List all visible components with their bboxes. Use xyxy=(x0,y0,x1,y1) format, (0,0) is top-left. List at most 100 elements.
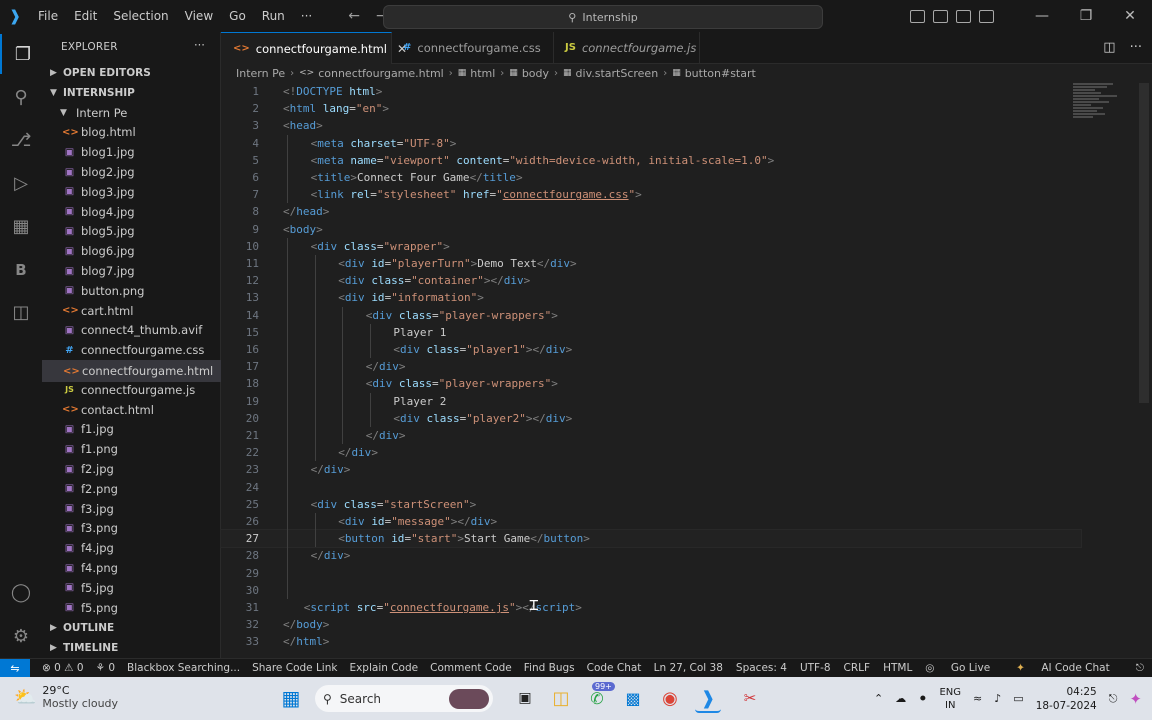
folder-intern-pe[interactable]: ▼ Intern Pe xyxy=(42,103,220,123)
explorer-icon[interactable]: ❐ xyxy=(0,34,44,74)
file-item[interactable]: <> contact.html xyxy=(42,400,220,420)
status-item-share-code[interactable]: Share Code Link xyxy=(252,662,337,674)
file-item[interactable]: ▣ blog3.jpg xyxy=(42,182,220,202)
microphone-icon[interactable]: ⚫ xyxy=(918,692,927,705)
ai-code-chat-button[interactable]: ✦ AI Code Chat xyxy=(1016,662,1123,674)
windows-start-icon[interactable]: ▦ xyxy=(278,685,304,711)
workspace-section[interactable]: ▼ INTERNSHIP xyxy=(42,83,220,103)
more-actions-icon[interactable]: ··· xyxy=(194,38,205,52)
file-explorer-icon[interactable]: ◫ xyxy=(548,685,574,711)
file-item[interactable]: ▣ blog5.jpg xyxy=(42,222,220,242)
file-item[interactable]: ▣ blog1.jpg xyxy=(42,142,220,162)
file-item[interactable]: ▣ f1.png xyxy=(42,439,220,459)
notification-bell-icon[interactable]: ⎋ xyxy=(1109,692,1118,706)
language-indicator[interactable]: ENG IN xyxy=(939,686,961,712)
onedrive-icon[interactable]: ☁ xyxy=(895,692,906,705)
minimize-button[interactable]: — xyxy=(1020,8,1064,24)
file-item[interactable]: ▣ connect4_thumb.avif xyxy=(42,321,220,341)
indentation[interactable]: Spaces: 4 xyxy=(736,662,787,674)
status-item-blackbox[interactable]: Blackbox Searching... xyxy=(127,662,240,674)
command-center-search[interactable]: ⚲ Internship xyxy=(383,5,823,29)
file-item[interactable]: ▣ f3.png xyxy=(42,519,220,539)
menu-item[interactable]: Selection xyxy=(105,0,176,32)
taskbar-search[interactable]: ⚲ Search xyxy=(315,685,493,712)
file-item[interactable]: ▣ button.png xyxy=(42,281,220,301)
vscode-taskbar-icon[interactable]: ❱ xyxy=(695,685,721,713)
more-actions-icon[interactable]: ··· xyxy=(1130,40,1142,55)
file-item[interactable]: <> blog.html xyxy=(42,123,220,143)
run-debug-icon[interactable]: ▷ xyxy=(0,163,42,203)
source-control-icon[interactable]: ⎇ xyxy=(0,120,42,160)
go-live-button[interactable]: ◎ Go Live xyxy=(925,662,1003,674)
vertical-scrollbar[interactable] xyxy=(1139,83,1149,403)
menu-item[interactable]: Go xyxy=(221,0,254,32)
file-item[interactable]: ▣ f4.png xyxy=(42,558,220,578)
minimap[interactable] xyxy=(1073,83,1117,123)
settings-gear-icon[interactable]: ⚙ xyxy=(0,616,42,656)
outline-section[interactable]: ▶ OUTLINE xyxy=(42,618,220,638)
file-item[interactable]: ▣ blog7.jpg xyxy=(42,261,220,281)
encoding[interactable]: UTF-8 xyxy=(800,662,831,674)
breadcrumb-item[interactable]: html xyxy=(470,67,495,80)
tab-css[interactable]: # connectfourgame.css xyxy=(391,32,554,63)
restore-button[interactable]: ❐ xyxy=(1064,8,1108,24)
breadcrumb-item[interactable]: button#start xyxy=(685,67,756,80)
menu-item[interactable]: ··· xyxy=(293,0,320,32)
file-item[interactable]: <> cart.html xyxy=(42,301,220,321)
battery-icon[interactable]: ▭ xyxy=(1013,692,1023,705)
menu-item[interactable]: File xyxy=(30,0,66,32)
clock[interactable]: 04:25 18-07-2024 xyxy=(1036,685,1097,713)
menu-item[interactable]: Run xyxy=(254,0,293,32)
file-item[interactable]: ▣ f4.jpg xyxy=(42,538,220,558)
menu-item[interactable]: View xyxy=(177,0,221,32)
folder-icon[interactable]: ◫ xyxy=(0,292,42,332)
status-item-explain-code[interactable]: Explain Code xyxy=(349,662,418,674)
chevron-up-icon[interactable]: ⌃ xyxy=(874,692,883,705)
status-item-code-chat[interactable]: Code Chat xyxy=(587,662,642,674)
tab-js[interactable]: JS connectfourgame.js xyxy=(553,32,700,63)
copilot-icon[interactable]: ✦ xyxy=(1129,690,1142,708)
file-item[interactable]: ▣ f2.jpg xyxy=(42,459,220,479)
search-icon[interactable]: ⚲ xyxy=(0,77,42,117)
language-mode[interactable]: HTML xyxy=(883,662,912,674)
volume-icon[interactable]: ♪ xyxy=(994,692,1001,705)
open-editors-section[interactable]: ▶ OPEN EDITORS xyxy=(42,63,220,83)
ports-indicator[interactable]: ⚘ 0 xyxy=(96,662,115,674)
file-item[interactable]: ▣ blog4.jpg xyxy=(42,202,220,222)
file-item[interactable]: ▣ f1.jpg xyxy=(42,420,220,440)
customize-layout-icon[interactable] xyxy=(979,9,994,23)
file-item[interactable]: ▣ f2.png xyxy=(42,479,220,499)
split-editor-icon[interactable]: ◫ xyxy=(1103,40,1115,55)
status-item-find-bugs[interactable]: Find Bugs xyxy=(524,662,575,674)
blackbox-icon[interactable]: B xyxy=(0,250,42,290)
task-view-icon[interactable]: ▣ xyxy=(512,685,538,711)
end-of-line[interactable]: CRLF xyxy=(844,662,871,674)
problems-indicator[interactable]: ⊗ 0 ⚠ 0 xyxy=(42,662,84,674)
toggle-secondary-sidebar-icon[interactable] xyxy=(956,9,971,23)
account-icon[interactable]: ◯ xyxy=(0,572,42,612)
status-item-comment-code[interactable]: Comment Code xyxy=(430,662,512,674)
chrome-icon[interactable]: ◉ xyxy=(657,685,683,711)
toggle-primary-sidebar-icon[interactable] xyxy=(910,9,925,23)
wifi-icon[interactable]: ≈ xyxy=(973,692,982,705)
remote-indicator-icon[interactable]: ⇋ xyxy=(0,659,30,677)
close-window-button[interactable]: ✕ xyxy=(1108,8,1152,24)
cursor-position[interactable]: Ln 27, Col 38 xyxy=(654,662,723,674)
breadcrumb-item[interactable]: Intern Pe xyxy=(236,67,285,80)
tab-html[interactable]: <> connectfourgame.html ✕ xyxy=(221,32,407,64)
back-arrow-icon[interactable]: ← xyxy=(348,8,360,24)
microsoft-store-icon[interactable]: ▩ xyxy=(620,685,646,711)
file-item[interactable]: ▣ blog6.jpg xyxy=(42,241,220,261)
breadcrumb-item[interactable]: connectfourgame.html xyxy=(318,67,444,80)
breadcrumb-item[interactable]: div.startScreen xyxy=(576,67,659,80)
breadcrumb-item[interactable]: body xyxy=(522,67,549,80)
code-editor[interactable]: 1 <! DOCTYPE html >2 < html lang = "en" >3 < head >… xyxy=(220,83,1082,653)
file-item[interactable]: ▣ blog2.jpg xyxy=(42,162,220,182)
file-item[interactable]: ▣ f3.jpg xyxy=(42,499,220,519)
snipping-tool-icon[interactable]: ✂ xyxy=(737,685,763,711)
notifications-bell-icon[interactable]: ⎋ xyxy=(1136,662,1144,675)
file-item[interactable]: # connectfourgame.css xyxy=(42,340,220,360)
toggle-panel-icon[interactable] xyxy=(933,9,948,23)
file-item[interactable]: ▣ f5.jpg xyxy=(42,578,220,598)
file-item[interactable]: JS connectfourgame.js xyxy=(42,380,220,400)
